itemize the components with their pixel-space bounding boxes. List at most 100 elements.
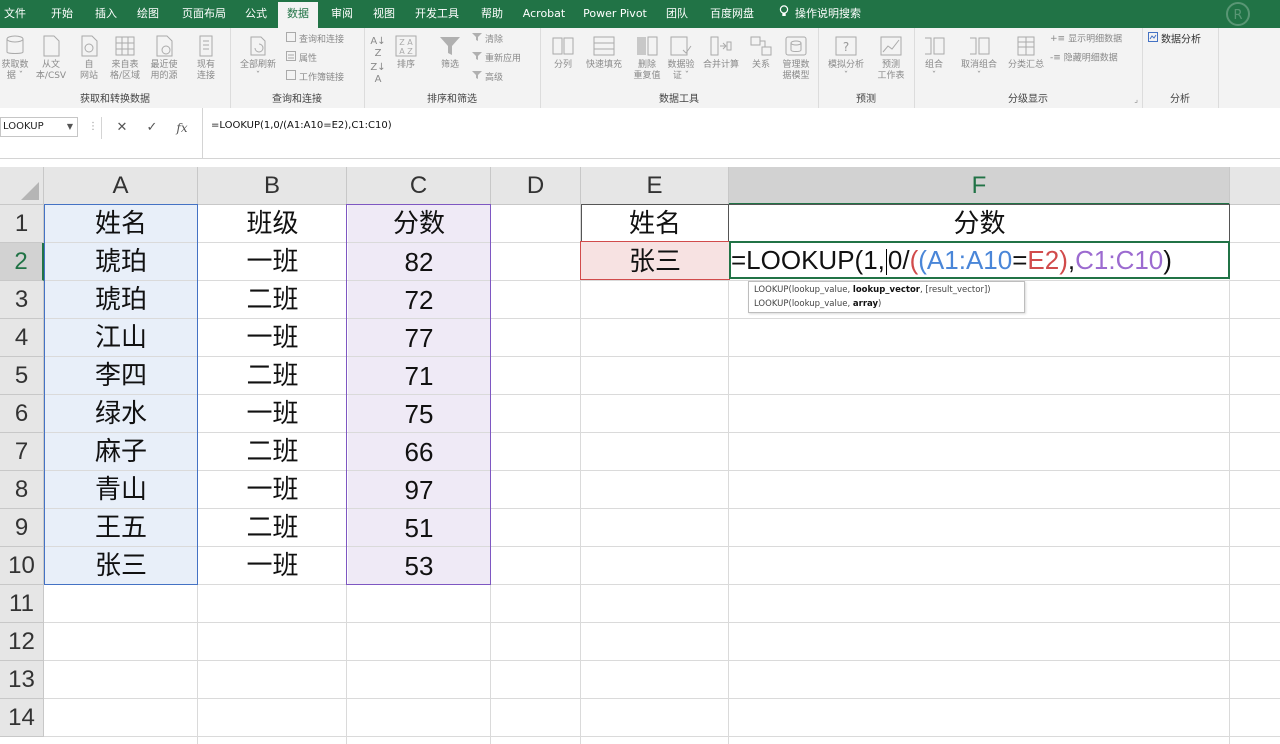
from-csv-button[interactable]: 从文 本/CSV bbox=[32, 34, 70, 82]
tab-draw[interactable]: 绘图 bbox=[130, 0, 166, 28]
cell-a5[interactable]: 李四 bbox=[44, 357, 198, 395]
clear-filter-button[interactable]: 清除 bbox=[472, 32, 503, 46]
insert-function-icon[interactable]: fx bbox=[170, 117, 194, 139]
tab-home[interactable]: 开始 bbox=[44, 0, 80, 28]
ungroup-button[interactable]: 取消组合 ˇ bbox=[954, 34, 1004, 82]
tab-acrobat[interactable]: Acrobat bbox=[518, 0, 570, 28]
subtotal-button[interactable]: 分类汇总 bbox=[1006, 34, 1046, 71]
tab-insert[interactable]: 插入 bbox=[88, 0, 124, 28]
text-to-columns-button[interactable]: 分列 bbox=[548, 34, 578, 71]
flash-fill-button[interactable]: 快速填充 bbox=[582, 34, 626, 71]
tab-developer[interactable]: 开发工具 bbox=[408, 0, 466, 28]
row-header-3[interactable]: 3 bbox=[0, 281, 44, 319]
cell-b1[interactable]: 班级 bbox=[198, 205, 347, 243]
cell-c2[interactable]: 82 bbox=[347, 243, 491, 281]
relationships-button[interactable]: 关系 bbox=[746, 34, 776, 71]
sort-za-button[interactable]: Z↓ A bbox=[370, 62, 386, 86]
column-header-d[interactable]: D bbox=[491, 167, 581, 205]
manage-data-model-button[interactable]: 管理数 据模型 bbox=[778, 34, 814, 82]
recent-sources-button[interactable]: 最近使 用的源 bbox=[144, 34, 184, 82]
cell-c4[interactable]: 77 bbox=[347, 319, 491, 357]
cell-c9[interactable]: 51 bbox=[347, 509, 491, 547]
dialog-launcher-icon[interactable]: ⌟ bbox=[1134, 95, 1138, 104]
cell-c3[interactable]: 72 bbox=[347, 281, 491, 319]
tooltip-syntax-array[interactable]: LOOKUP(lookup_value, array) bbox=[754, 297, 1019, 311]
consolidate-button[interactable]: 合并计算 bbox=[700, 34, 742, 71]
column-header-g[interactable] bbox=[1230, 167, 1280, 205]
row-header-5[interactable]: 5 bbox=[0, 357, 44, 395]
row-header-14[interactable]: 14 bbox=[0, 699, 44, 737]
cell-b4[interactable]: 一班 bbox=[198, 319, 347, 357]
tab-baidu-pan[interactable]: 百度网盘 bbox=[704, 0, 760, 28]
cell-b7[interactable]: 二班 bbox=[198, 433, 347, 471]
from-web-button[interactable]: 自 网站 bbox=[72, 34, 106, 82]
cell-a4[interactable]: 江山 bbox=[44, 319, 198, 357]
sort-az-button[interactable]: A↓ Z bbox=[370, 36, 386, 60]
cell-c6[interactable]: 75 bbox=[347, 395, 491, 433]
column-header-b[interactable]: B bbox=[198, 167, 347, 205]
select-all-button[interactable] bbox=[0, 167, 44, 205]
tab-help[interactable]: 帮助 bbox=[474, 0, 510, 28]
properties-button[interactable]: 属性 bbox=[286, 51, 317, 65]
row-header-7[interactable]: 7 bbox=[0, 433, 44, 471]
cell-a9[interactable]: 王五 bbox=[44, 509, 198, 547]
row-header-2[interactable]: 2 bbox=[0, 243, 44, 281]
remove-duplicates-button[interactable]: 删除 重复值 bbox=[630, 34, 664, 82]
tab-page-layout[interactable]: 页面布局 bbox=[176, 0, 232, 28]
show-detail-button[interactable]: +≡ 显示明细数据 bbox=[1050, 32, 1122, 46]
group-rows-button[interactable]: 组合 ˇ bbox=[918, 34, 950, 82]
cell-a7[interactable]: 麻子 bbox=[44, 433, 198, 471]
row-header-13[interactable]: 13 bbox=[0, 661, 44, 699]
data-analysis-button[interactable]: 数据分析 bbox=[1148, 32, 1201, 46]
data-validation-button[interactable]: 数据验 证 ˇ bbox=[664, 34, 698, 82]
cell-b9[interactable]: 二班 bbox=[198, 509, 347, 547]
cell-c10[interactable]: 53 bbox=[347, 547, 491, 585]
formula-bar-grip-icon[interactable]: ⋮ bbox=[88, 121, 98, 132]
cell-b8[interactable]: 一班 bbox=[198, 471, 347, 509]
filter-button[interactable]: 筛选 bbox=[432, 34, 468, 71]
refresh-all-button[interactable]: 全部刷新 ˇ bbox=[234, 34, 282, 82]
column-header-c[interactable]: C bbox=[347, 167, 491, 205]
from-table-button[interactable]: 来自表 格/区域 bbox=[106, 34, 144, 82]
name-box[interactable]: LOOKUP ▼ bbox=[0, 117, 78, 137]
row-header-11[interactable]: 11 bbox=[0, 585, 44, 623]
row-header-1[interactable]: 1 bbox=[0, 205, 44, 243]
cell-c5[interactable]: 71 bbox=[347, 357, 491, 395]
cell-a1[interactable]: 姓名 bbox=[44, 205, 198, 243]
cell-c1[interactable]: 分数 bbox=[347, 205, 491, 243]
cell-e1[interactable]: 姓名 bbox=[581, 205, 729, 243]
row-header-8[interactable]: 8 bbox=[0, 471, 44, 509]
existing-connections-button[interactable]: 现有 连接 bbox=[188, 34, 224, 82]
cell-e2[interactable]: 张三 bbox=[581, 243, 729, 281]
reapply-button[interactable]: 重新应用 bbox=[472, 51, 521, 65]
tab-tell-me[interactable]: 操作说明搜索 bbox=[772, 0, 868, 28]
formula-input[interactable]: =LOOKUP(1,0/(A1:A10=E2),C1:C10) bbox=[202, 108, 1280, 158]
cell-b2[interactable]: 一班 bbox=[198, 243, 347, 281]
tooltip-syntax-vector[interactable]: LOOKUP(lookup_value, lookup_vector, [res… bbox=[754, 283, 1019, 297]
cell-b3[interactable]: 二班 bbox=[198, 281, 347, 319]
forecast-sheet-button[interactable]: 预测 工作表 bbox=[872, 34, 910, 82]
cell-a10[interactable]: 张三 bbox=[44, 547, 198, 585]
cell-b6[interactable]: 一班 bbox=[198, 395, 347, 433]
cell-a8[interactable]: 青山 bbox=[44, 471, 198, 509]
column-header-e[interactable]: E bbox=[581, 167, 729, 205]
tab-formulas[interactable]: 公式 bbox=[238, 0, 274, 28]
row-header-9[interactable]: 9 bbox=[0, 509, 44, 547]
cell-c8[interactable]: 97 bbox=[347, 471, 491, 509]
row-header-6[interactable]: 6 bbox=[0, 395, 44, 433]
row-header-4[interactable]: 4 bbox=[0, 319, 44, 357]
cell-f1[interactable]: 分数 bbox=[729, 205, 1230, 243]
row-header-10[interactable]: 10 bbox=[0, 547, 44, 585]
cancel-icon[interactable]: ✕ bbox=[110, 117, 134, 139]
what-if-analysis-button[interactable]: ? 模拟分析 ˇ bbox=[822, 34, 870, 82]
cell-c7[interactable]: 66 bbox=[347, 433, 491, 471]
column-header-f[interactable]: F bbox=[729, 167, 1230, 205]
cell-b5[interactable]: 二班 bbox=[198, 357, 347, 395]
tab-review[interactable]: 审阅 bbox=[324, 0, 360, 28]
sort-button[interactable]: Z AA Z 排序 bbox=[390, 34, 422, 71]
queries-connections-button[interactable]: 查询和连接 bbox=[286, 32, 344, 46]
get-data-button[interactable]: 获取数 据 ˇ bbox=[0, 34, 30, 82]
chevron-down-icon[interactable]: ▼ bbox=[67, 118, 73, 136]
tab-data[interactable]: 数据 bbox=[278, 2, 318, 28]
enter-check-icon[interactable]: ✓ bbox=[140, 117, 164, 139]
